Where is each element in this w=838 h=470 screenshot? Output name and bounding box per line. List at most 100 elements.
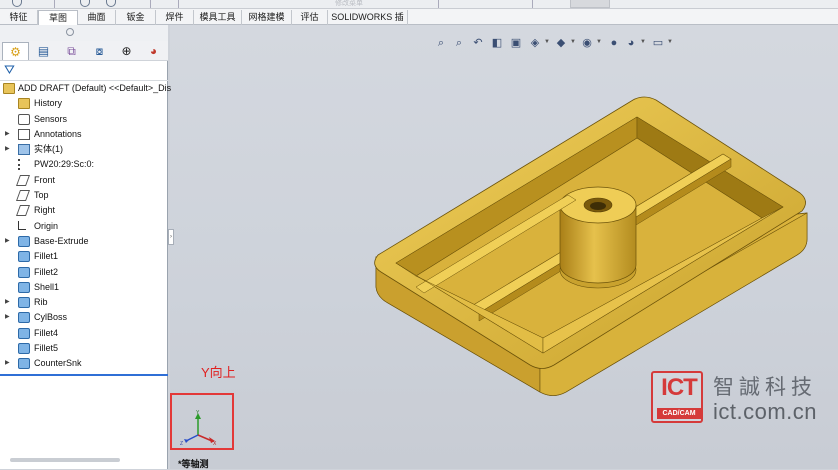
ict-logo: ICT CAD/CAM	[651, 371, 703, 423]
fillet-icon	[18, 266, 30, 278]
tree-root-part[interactable]: ADD DRAFT (Default) <<Default>_Dis	[0, 81, 172, 96]
panel-expand-icon[interactable]: ›	[168, 229, 174, 245]
y-up-annotation: Y向上	[201, 365, 236, 380]
fillet-icon	[18, 343, 30, 355]
tab-surfaces[interactable]: 曲面	[78, 10, 116, 25]
toolbar-separator	[150, 0, 151, 8]
fillet-icon	[18, 327, 30, 339]
tree-item-rib[interactable]: ▶ Rib	[0, 295, 168, 310]
plane-icon	[15, 205, 31, 217]
toolbar-icon[interactable]	[12, 0, 22, 7]
tree-root-label: ADD DRAFT (Default) <<Default>_Dis	[18, 83, 172, 93]
tree-item-label: CylBoss	[34, 312, 68, 323]
command-manager-tabs: 特征 草图 曲面 钣金 焊件 模具工具 网格建模 评估 SOLIDWORKS 插…	[0, 9, 838, 36]
tree-item-label: Shell1	[34, 281, 60, 292]
featuremanager-tab-icon[interactable]: ⚙	[2, 42, 29, 60]
fillet-icon	[18, 251, 30, 263]
countersink-hole-inner	[590, 202, 606, 210]
toolbar-separator	[54, 0, 55, 8]
rollback-bar[interactable]	[0, 372, 168, 376]
tab-sketch[interactable]: 草图	[38, 10, 78, 25]
tree-item-annotations[interactable]: ▶ Annotations	[0, 127, 168, 142]
tree-item-label: Fillet4	[34, 327, 59, 338]
shell-icon	[18, 281, 30, 293]
part-icon	[3, 83, 15, 94]
tree-item-label: Rib	[34, 297, 48, 308]
plane-icon	[15, 190, 31, 202]
configurationmanager-tab-icon[interactable]: ⧉	[58, 42, 85, 60]
tree-item-fillet1[interactable]: Fillet1	[0, 249, 168, 264]
tree-item-label: Sensors	[34, 113, 68, 124]
expand-arrow-icon[interactable]: ▶	[5, 127, 10, 142]
tree-item-label: Base-Extrude	[34, 235, 89, 246]
solid-bodies-icon	[18, 144, 30, 156]
tree-item-material[interactable]: PW20:29:Sc:0:	[0, 157, 168, 172]
tree-item-shell1[interactable]: Shell1	[0, 280, 168, 295]
expand-arrow-icon[interactable]: ▶	[5, 310, 10, 325]
tab-evaluate[interactable]: 评估	[292, 10, 328, 25]
tree-item-solid-bodies[interactable]: ▶ 实体(1)	[0, 142, 168, 157]
tab-mesh-modeling[interactable]: 网格建模	[242, 10, 292, 25]
display-manager-tab-icon[interactable]: ⊕	[113, 42, 140, 60]
tree-item-label: CounterSnk	[34, 358, 82, 369]
tree-item-countersnk[interactable]: ▶ CounterSnk	[0, 356, 168, 371]
toolbar-separator	[438, 0, 439, 8]
annotation-icon	[18, 128, 30, 140]
tree-item-fillet4[interactable]: Fillet4	[0, 326, 168, 341]
tree-item-fillet2[interactable]: Fillet2	[0, 265, 168, 280]
handle-grip-icon[interactable]	[66, 28, 74, 36]
menu-hint-text: 修改菜单	[335, 0, 363, 7]
material-icon	[18, 159, 26, 171]
dimxpert-tab-icon[interactable]: ⧇	[86, 42, 113, 60]
view-orientation-label: *等轴测	[178, 459, 209, 469]
tab-mold-tools[interactable]: 模具工具	[194, 10, 242, 25]
tree-item-label: Top	[34, 190, 49, 201]
tree-item-label: Annotations	[34, 128, 82, 139]
feature-manager-panel: ⚙ ▤ ⧉ ⧇ ⊕ ◕ ⛛ ADD DRAFT (Default) <<Defa…	[0, 25, 172, 469]
top-toolbar-strip: 修改菜单	[0, 0, 838, 9]
propertymanager-tab-icon[interactable]: ▤	[30, 42, 57, 60]
tab-features[interactable]: 特征	[0, 10, 38, 25]
tree-item-label: Origin	[34, 220, 59, 231]
tree-item-fillet5[interactable]: Fillet5	[0, 341, 168, 356]
watermark-company-name: 智誠科技	[713, 375, 817, 399]
tab-sheet-metal[interactable]: 钣金	[116, 10, 156, 25]
tab-weldments[interactable]: 焊件	[156, 10, 194, 25]
triad-highlight-box	[170, 393, 234, 450]
horizontal-scrollbar[interactable]	[10, 458, 120, 462]
toolbar-separator	[532, 0, 533, 8]
tree-item-right-plane[interactable]: Right	[0, 203, 168, 218]
ict-logo-sub: CAD/CAM	[657, 408, 701, 419]
toolbar-icon[interactable]	[80, 0, 90, 7]
tree-item-sensors[interactable]: Sensors	[0, 112, 168, 127]
extrude-icon	[18, 235, 30, 247]
tree-item-origin[interactable]: Origin	[0, 219, 168, 234]
filter-icon[interactable]: ⛛	[4, 63, 18, 77]
tree-item-label: Right	[34, 205, 56, 216]
tree-item-base-extrude[interactable]: ▶ Base-Extrude	[0, 234, 168, 249]
expand-arrow-icon[interactable]: ▶	[5, 234, 10, 249]
panel-handle[interactable]	[0, 25, 168, 41]
expand-arrow-icon[interactable]: ▶	[5, 142, 10, 157]
tree-item-history[interactable]: History	[0, 96, 168, 111]
toolbar-search-block[interactable]	[570, 0, 610, 8]
expand-arrow-icon[interactable]: ▶	[5, 295, 10, 310]
expand-arrow-icon[interactable]: ▶	[5, 356, 10, 371]
manager-tabs: ⚙ ▤ ⧉ ⧇ ⊕ ◕	[0, 41, 168, 61]
feature-tree: ADD DRAFT (Default) <<Default>_Dis Histo…	[0, 81, 172, 376]
tree-item-label: History	[34, 98, 63, 109]
tab-solidworks-addins[interactable]: SOLIDWORKS 插件	[328, 10, 408, 36]
boss-icon	[18, 312, 30, 324]
tree-item-label: Fillet5	[34, 343, 59, 354]
tree-item-front-plane[interactable]: Front	[0, 173, 168, 188]
sensor-icon	[18, 113, 30, 125]
tree-item-label: PW20:29:Sc:0:	[34, 159, 95, 170]
rib-icon	[18, 297, 30, 309]
history-folder-icon	[18, 98, 30, 110]
tree-item-cylboss[interactable]: ▶ CylBoss	[0, 310, 168, 325]
watermark-url: ict.com.cn	[713, 399, 818, 424]
tree-item-top-plane[interactable]: Top	[0, 188, 168, 203]
tree-item-label: Front	[34, 174, 56, 185]
toolbar-icon[interactable]	[106, 0, 116, 7]
appearance-tab-icon[interactable]: ◕	[140, 42, 167, 60]
